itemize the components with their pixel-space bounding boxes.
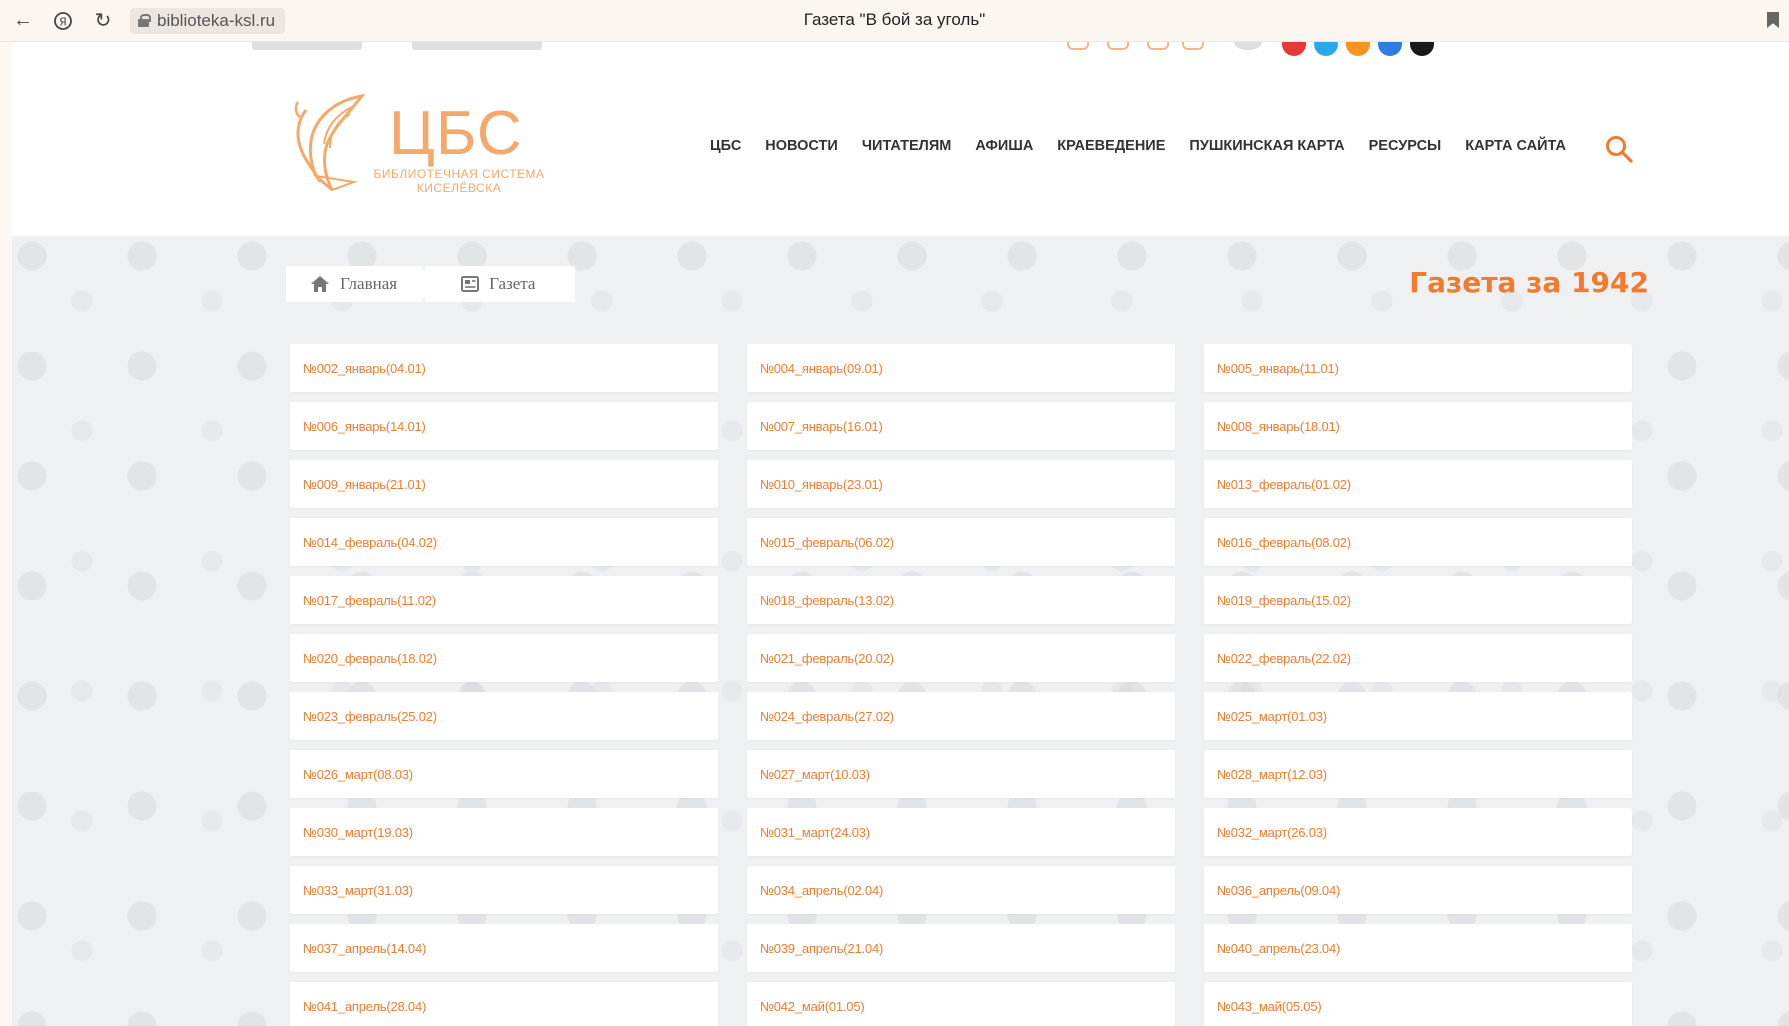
- issue-link[interactable]: №022_февраль(22.02): [1204, 634, 1632, 682]
- yandex-browser-icon[interactable]: Я: [46, 4, 80, 38]
- breadcrumb-current: Газета: [425, 266, 576, 302]
- address-bar[interactable]: biblioteka-ksl.ru: [130, 7, 286, 34]
- calendar-icon[interactable]: [1107, 42, 1129, 50]
- accessibility-icon[interactable]: [1067, 42, 1089, 50]
- issue-link[interactable]: №032_март(26.03): [1204, 808, 1632, 856]
- issues-grid: №002_январь(04.01) №004_январь(09.01) №005…: [290, 344, 1632, 1026]
- issue-link[interactable]: №006_январь(14.01): [290, 402, 718, 450]
- issue-link[interactable]: №017_февраль(11.02): [290, 576, 718, 624]
- issue-link[interactable]: №014_февраль(04.02): [290, 518, 718, 566]
- search-icon[interactable]: [1604, 134, 1634, 164]
- breadcrumb: Главная Газета: [286, 266, 576, 302]
- logo-subtitle-line1: БИБЛИОТЕЧНАЯ СИСТЕМА: [373, 167, 545, 181]
- logo-subtitle: БИБЛИОТЕЧНАЯ СИСТЕМА КИСЕЛЁВСКА: [369, 167, 549, 195]
- contact-phone-blur: [412, 42, 542, 50]
- issue-link[interactable]: №005_январь(11.01): [1204, 344, 1632, 392]
- page-title: Газета за 1942: [1409, 266, 1649, 299]
- site-top-strip: [12, 42, 1789, 60]
- issue-link[interactable]: №016_февраль(08.02): [1204, 518, 1632, 566]
- issue-link[interactable]: №027_март(10.03): [747, 750, 1175, 798]
- lock-icon: [138, 14, 151, 27]
- issue-link[interactable]: №013_февраль(01.02): [1204, 460, 1632, 508]
- browser-toolbar: ← Я ↻ biblioteka-ksl.ru Газета "В бой за…: [0, 0, 1789, 42]
- issue-link[interactable]: №009_январь(21.01): [290, 460, 718, 508]
- issue-link[interactable]: №007_январь(16.01): [747, 402, 1175, 450]
- main-navigation: ЦБС НОВОСТИ ЧИТАТЕЛЯМ АФИША КРАЕВЕДЕНИЕ …: [710, 138, 1590, 154]
- issue-link[interactable]: №021_февраль(20.02): [747, 634, 1175, 682]
- odnoklassniki-icon[interactable]: [1346, 42, 1370, 56]
- gov-icon[interactable]: [1147, 42, 1169, 50]
- issue-link[interactable]: №015_февраль(06.02): [747, 518, 1175, 566]
- issue-link[interactable]: №036_апрель(09.04): [1204, 866, 1632, 914]
- url-text: biblioteka-ksl.ru: [157, 10, 276, 30]
- logo-subtitle-line2: КИСЕЛЁВСКА: [416, 181, 502, 195]
- bookmark-icon[interactable]: [1767, 12, 1779, 28]
- issue-link[interactable]: №008_январь(18.01): [1204, 402, 1632, 450]
- nav-local-history[interactable]: КРАЕВЕДЕНИЕ: [1057, 138, 1165, 154]
- nav-readers[interactable]: ЧИТАТЕЛЯМ: [862, 138, 952, 154]
- nav-resources[interactable]: РЕСУРСЫ: [1369, 138, 1442, 154]
- issue-link[interactable]: №024_февраль(27.02): [747, 692, 1175, 740]
- issue-link[interactable]: №023_февраль(25.02): [290, 692, 718, 740]
- issue-link[interactable]: №034_апрель(02.04): [747, 866, 1175, 914]
- nav-pushkin-card[interactable]: ПУШКИНСКАЯ КАРТА: [1189, 138, 1344, 154]
- issue-link[interactable]: №019_февраль(15.02): [1204, 576, 1632, 624]
- social-dark-icon[interactable]: [1410, 42, 1434, 56]
- issue-link[interactable]: №026_март(08.03): [290, 750, 718, 798]
- nav-sitemap[interactable]: КАРТА САЙТА: [1465, 138, 1566, 154]
- breadcrumb-current-label: Газета: [489, 274, 536, 293]
- site-header: ЦБС БИБЛИОТЕЧНАЯ СИСТЕМА КИСЕЛЁВСКА ЦБС …: [12, 60, 1789, 236]
- eye-icon[interactable]: [1234, 42, 1262, 50]
- issue-link[interactable]: №020_февраль(18.02): [290, 634, 718, 682]
- contact-email-blur: [252, 42, 362, 50]
- issue-link[interactable]: №033_март(31.03): [290, 866, 718, 914]
- issue-link[interactable]: №030_март(19.03): [290, 808, 718, 856]
- nav-cbs[interactable]: ЦБС: [710, 138, 741, 154]
- breadcrumb-home[interactable]: Главная: [286, 266, 434, 302]
- newspaper-icon: [461, 276, 480, 292]
- back-arrow-icon[interactable]: ←: [6, 4, 40, 38]
- issue-link[interactable]: №002_январь(04.01): [290, 344, 718, 392]
- issue-link[interactable]: №039_апрель(21.04): [747, 924, 1175, 972]
- issue-link[interactable]: №004_январь(09.01): [747, 344, 1175, 392]
- site-logo[interactable]: ЦБС БИБЛИОТЕЧНАЯ СИСТЕМА КИСЕЛЁВСКА: [284, 90, 544, 200]
- issue-link[interactable]: №010_январь(23.01): [747, 460, 1175, 508]
- main-content: Главная Газета Газета за 1942 №002_январ…: [12, 236, 1789, 1026]
- issue-link[interactable]: №018_февраль(13.02): [747, 576, 1175, 624]
- youtube-icon[interactable]: [1282, 42, 1306, 56]
- issue-link[interactable]: №031_март(24.03): [747, 808, 1175, 856]
- issue-link[interactable]: №025_март(01.03): [1204, 692, 1632, 740]
- issue-link[interactable]: №043_май(05.05): [1204, 982, 1632, 1026]
- vk-icon[interactable]: [1378, 42, 1402, 56]
- home-icon: [310, 275, 330, 293]
- issue-link[interactable]: №028_март(12.03): [1204, 750, 1632, 798]
- info-icon[interactable]: [1182, 42, 1204, 50]
- logo-title: ЦБС: [389, 99, 523, 168]
- telegram-icon[interactable]: [1314, 42, 1338, 56]
- nav-news[interactable]: НОВОСТИ: [765, 138, 838, 154]
- issue-link[interactable]: №041_апрель(28.04): [290, 982, 718, 1026]
- breadcrumb-home-label: Главная: [340, 274, 398, 293]
- reload-icon[interactable]: ↻: [86, 4, 120, 38]
- issue-link[interactable]: №040_апрель(23.04): [1204, 924, 1632, 972]
- nav-events[interactable]: АФИША: [975, 138, 1033, 154]
- issue-link[interactable]: №042_май(01.05): [747, 982, 1175, 1026]
- svg-text:Я: Я: [59, 15, 67, 28]
- issue-link[interactable]: №037_апрель(14.04): [290, 924, 718, 972]
